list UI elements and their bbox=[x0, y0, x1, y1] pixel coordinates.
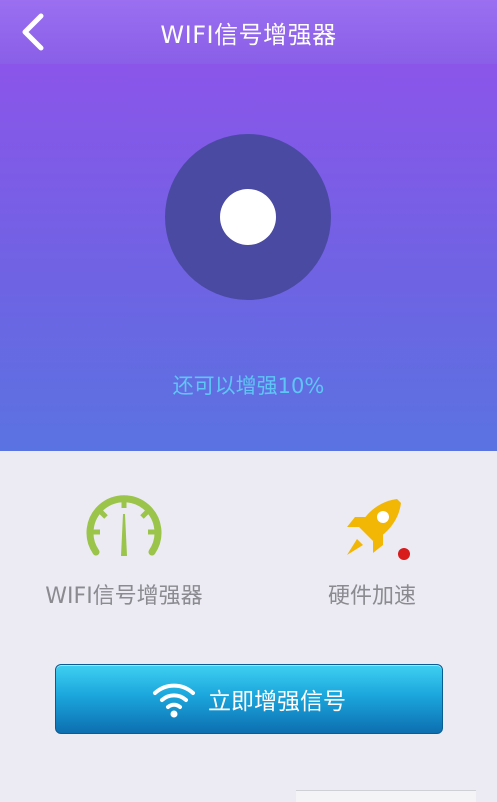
chevron-left-icon bbox=[22, 13, 44, 51]
notification-dot bbox=[398, 548, 410, 560]
feature-wifi-booster[interactable]: WIFI信号增强器 bbox=[24, 490, 224, 610]
signal-dial-center bbox=[220, 189, 276, 245]
signal-panel: 还可以增强10% bbox=[0, 64, 497, 451]
back-button[interactable] bbox=[14, 10, 50, 54]
app-header: WIFI信号增强器 bbox=[0, 0, 497, 64]
feature-label: 硬件加速 bbox=[327, 584, 416, 609]
rocket-icon bbox=[347, 499, 401, 555]
bottom-edge bbox=[296, 790, 476, 802]
feature-label: WIFI信号增强器 bbox=[45, 584, 203, 609]
signal-dial bbox=[165, 134, 331, 300]
boost-status-text: 还可以增强10% bbox=[172, 374, 325, 398]
page-title: WIFI信号增强器 bbox=[160, 20, 337, 49]
wifi-icon bbox=[153, 683, 195, 718]
boost-signal-button[interactable]: 立即增强信号 bbox=[55, 664, 443, 734]
feature-hardware-acceleration[interactable]: 硬件加速 bbox=[272, 490, 472, 610]
boost-signal-label: 立即增强信号 bbox=[208, 689, 346, 715]
speedometer-icon bbox=[86, 495, 162, 556]
